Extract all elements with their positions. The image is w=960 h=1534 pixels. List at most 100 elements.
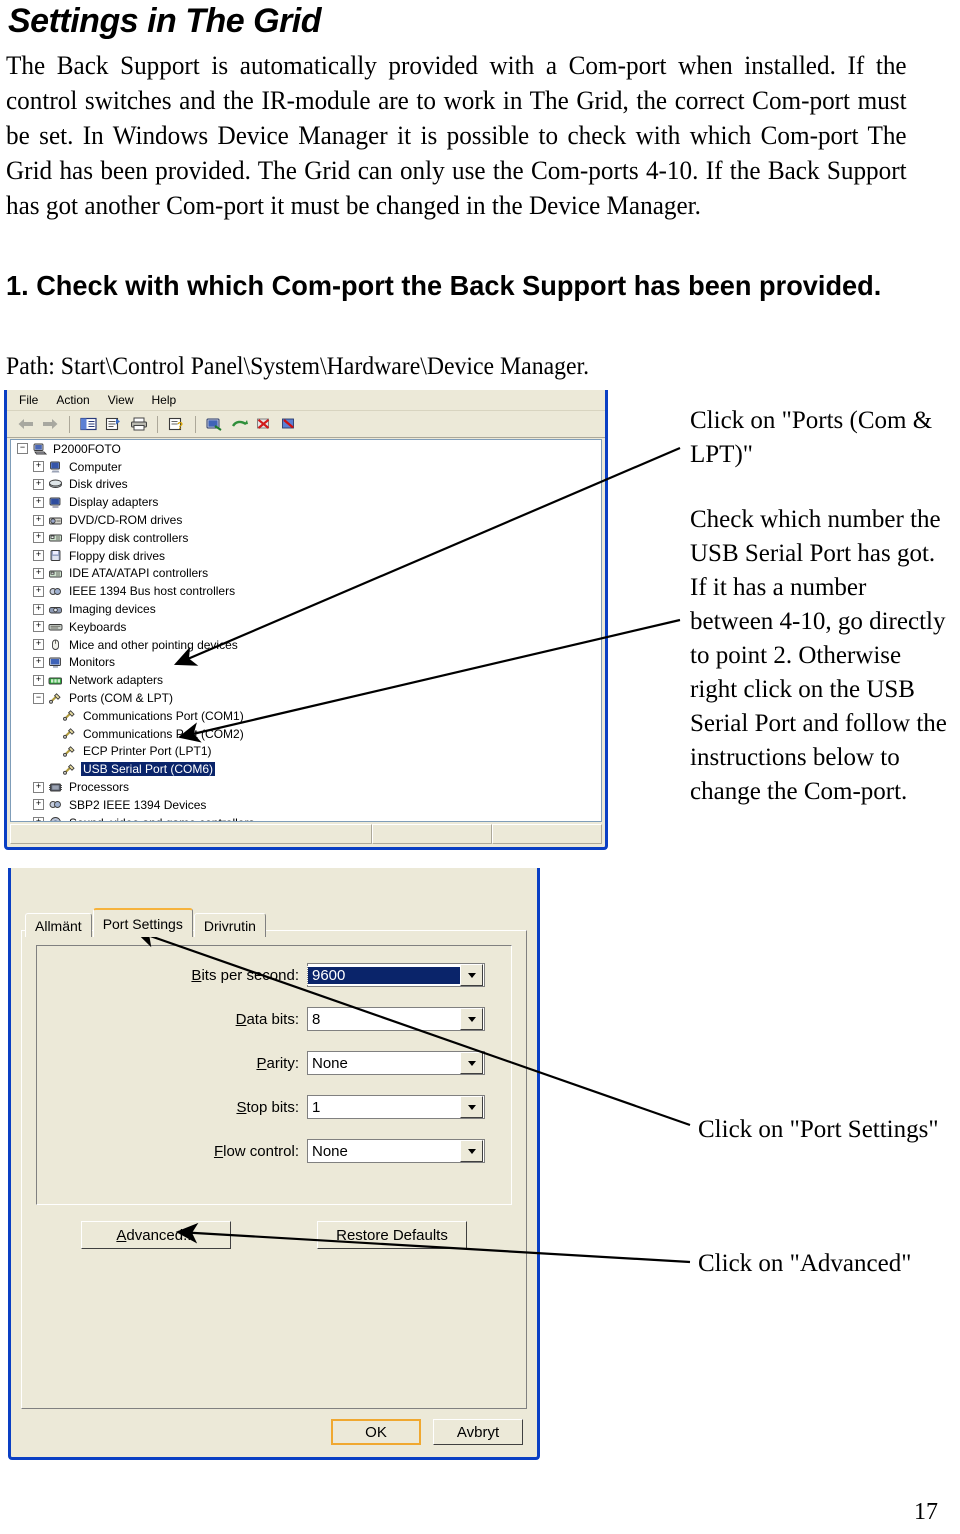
tree-item-label: Floppy disk drives <box>69 548 166 563</box>
tree-item[interactable]: ECP Printer Port (LPT1) <box>11 743 601 761</box>
combo-flow-control[interactable]: None <box>307 1139 485 1163</box>
back-arrow-icon[interactable] <box>16 415 35 433</box>
menu-item-action[interactable]: Action <box>56 393 89 407</box>
tree-item[interactable]: + DVD/CD-ROM drives <box>11 511 601 529</box>
field-row: Data bits: 8 <box>37 1004 511 1034</box>
properties-dialog: Allmänt Port Settings Drivrutin Bits per s… <box>8 868 540 1460</box>
svg-text:?: ? <box>177 421 183 431</box>
combo-data-bits[interactable]: 8 <box>307 1007 485 1031</box>
expand-icon[interactable]: + <box>33 567 44 579</box>
chevron-down-icon[interactable] <box>460 964 483 986</box>
tree-item[interactable]: + Processors <box>11 778 601 796</box>
page-title: Settings in The Grid <box>8 2 322 40</box>
tree-item[interactable]: USB Serial Port (COM6) <box>11 760 601 778</box>
port-icon <box>61 744 77 758</box>
collapse-icon[interactable]: − <box>17 443 28 455</box>
field-label: Data bits: <box>235 1010 299 1028</box>
tree-item[interactable]: + Computer <box>11 458 601 476</box>
expand-icon[interactable]: + <box>33 603 44 615</box>
field-label: Flow control: <box>213 1142 299 1160</box>
combo-stop-bits[interactable]: 1 <box>307 1095 485 1119</box>
tab-port-settings[interactable]: Port Settings <box>92 908 193 937</box>
disable-icon[interactable] <box>280 415 299 433</box>
expand-icon[interactable]: + <box>33 674 44 686</box>
forward-arrow-icon[interactable] <box>41 415 60 433</box>
status-pane-2 <box>372 824 492 844</box>
dvd-drive-icon <box>47 513 63 527</box>
menu-item-view[interactable]: View <box>108 393 134 407</box>
combo-bits-per-second[interactable]: 9600 <box>307 963 485 987</box>
path-line: Path: Start\Control Panel\System\Hardwar… <box>6 353 590 380</box>
chevron-down-icon[interactable] <box>460 1140 483 1162</box>
tab-drivrutin[interactable]: Drivrutin <box>193 913 266 937</box>
expand-icon[interactable]: + <box>33 799 44 811</box>
tree-item[interactable]: − Ports (COM & LPT) <box>11 689 601 707</box>
chevron-down-icon[interactable] <box>460 1008 483 1030</box>
chevron-down-icon[interactable] <box>460 1096 483 1118</box>
expand-icon[interactable]: + <box>33 639 44 651</box>
restore-defaults-button[interactable]: Restore Defaults <box>317 1221 467 1249</box>
toolbar-separator <box>157 415 158 433</box>
help-icon[interactable]: ? <box>167 415 186 433</box>
tree-item[interactable]: + Monitors <box>11 654 601 672</box>
expand-icon[interactable]: + <box>33 817 44 821</box>
tree-item-label: Ports (COM & LPT) <box>69 691 174 706</box>
tree-item-label: P2000FOTO <box>53 441 121 456</box>
tab-allmänt[interactable]: Allmänt <box>25 913 92 937</box>
tree-item[interactable]: + IEEE 1394 Bus host controllers <box>11 582 601 600</box>
field-label: Parity: <box>256 1054 299 1072</box>
expand-icon[interactable]: + <box>33 461 44 473</box>
tree-item[interactable]: + Sound, video and game controllers <box>11 814 601 821</box>
annotation-port-settings: Click on "Port Settings" <box>698 1116 939 1143</box>
expand-icon[interactable]: + <box>33 585 44 597</box>
expand-icon[interactable]: + <box>33 550 44 562</box>
expand-icon[interactable]: + <box>33 514 44 526</box>
menu-item-file[interactable]: File <box>19 393 38 407</box>
tree-item-label: Computer <box>69 459 122 474</box>
expand-icon[interactable]: + <box>33 621 44 633</box>
tree-item[interactable]: + Mice and other pointing devices <box>11 636 601 654</box>
expand-icon[interactable]: + <box>33 532 44 544</box>
tree-item[interactable]: + Keyboards <box>11 618 601 636</box>
update-driver-icon[interactable] <box>230 415 249 433</box>
device-tree[interactable]: − P2000FOTO + Computer + Disk drives + Display … <box>10 439 602 822</box>
menu-item-help[interactable]: Help <box>152 393 177 407</box>
tree-item[interactable]: + SBP2 IEEE 1394 Devices <box>11 796 601 814</box>
expand-icon[interactable]: + <box>33 496 44 508</box>
tree-item[interactable]: + Imaging devices <box>11 600 601 618</box>
tree-item[interactable]: Communications Port (COM2) <box>11 725 601 743</box>
device-manager-window: File Action View Help ? − P2000FOTO + Co… <box>4 390 608 850</box>
advanced-button[interactable]: Advanced... <box>81 1221 231 1249</box>
combo-value: 1 <box>312 1098 321 1116</box>
expand-icon[interactable]: + <box>33 781 44 793</box>
port-icon <box>61 727 77 741</box>
tree-item[interactable]: + Network adapters <box>11 671 601 689</box>
annotation-usb-serial: Check which number the USB Serial Port h… <box>690 506 947 805</box>
tree-item[interactable]: + Display adapters <box>11 493 601 511</box>
expand-icon[interactable]: + <box>33 478 44 490</box>
floppy-controller-icon <box>47 531 63 545</box>
field-row: Flow control: None <box>37 1136 511 1166</box>
properties-icon[interactable] <box>104 415 123 433</box>
print-icon[interactable] <box>129 415 148 433</box>
tree-item[interactable]: + Floppy disk drives <box>11 547 601 565</box>
tree-item[interactable]: − P2000FOTO <box>11 440 601 458</box>
tree-item[interactable]: + Floppy disk controllers <box>11 529 601 547</box>
tree-item[interactable]: + Disk drives <box>11 476 601 494</box>
avbryt-button[interactable]: Avbryt <box>433 1419 523 1445</box>
combo-parity[interactable]: None <box>307 1051 485 1075</box>
uninstall-icon[interactable] <box>255 415 274 433</box>
tree-item[interactable]: Communications Port (COM1) <box>11 707 601 725</box>
ieee1394-icon <box>47 584 63 598</box>
keyboard-icon <box>47 620 63 634</box>
port-icon <box>61 762 77 776</box>
scan-hardware-icon[interactable] <box>205 415 224 433</box>
status-bar <box>10 824 602 844</box>
expand-icon[interactable]: + <box>33 656 44 668</box>
ok-button[interactable]: OK <box>331 1419 421 1445</box>
tree-item[interactable]: + IDE ATA/ATAPI controllers <box>11 565 601 583</box>
collapse-icon[interactable]: − <box>33 692 44 704</box>
show-hide-tree-icon[interactable] <box>79 415 98 433</box>
chevron-down-icon[interactable] <box>460 1052 483 1074</box>
